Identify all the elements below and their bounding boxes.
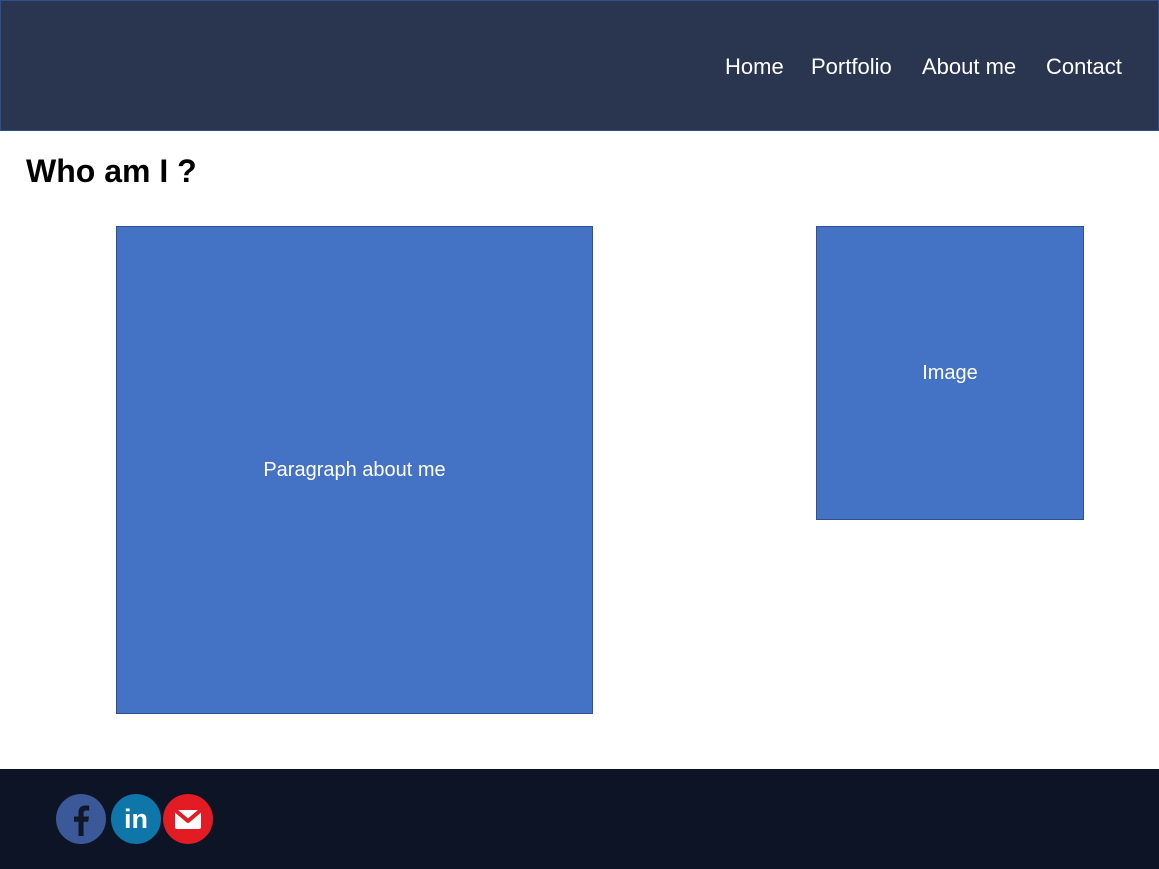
linkedin-icon[interactable]: in [111,794,161,844]
page-title: Who am I ? [26,153,197,189]
image-placeholder-label: Image [922,362,978,384]
facebook-icon[interactable] [56,794,106,844]
nav-home-link[interactable]: Home [725,53,784,81]
mail-icon[interactable] [163,794,213,844]
main-navigation: Home Portfolio About me Contact [1,53,1159,83]
linkedin-icon-text: in [124,804,148,834]
about-paragraph-placeholder: Paragraph about me [116,226,593,714]
nav-contact-link[interactable]: Contact [1046,53,1122,81]
nav-about-me-link[interactable]: About me [922,53,1016,81]
linkedin-glyph: in [124,804,148,834]
top-header: Home Portfolio About me Contact [0,0,1159,131]
nav-portfolio-link[interactable]: Portfolio [811,53,892,81]
page-footer: in [0,769,1159,869]
mail-glyph [173,808,203,829]
facebook-glyph [74,805,90,836]
about-paragraph-label: Paragraph about me [263,459,446,481]
profile-image-placeholder: Image [816,226,1084,520]
